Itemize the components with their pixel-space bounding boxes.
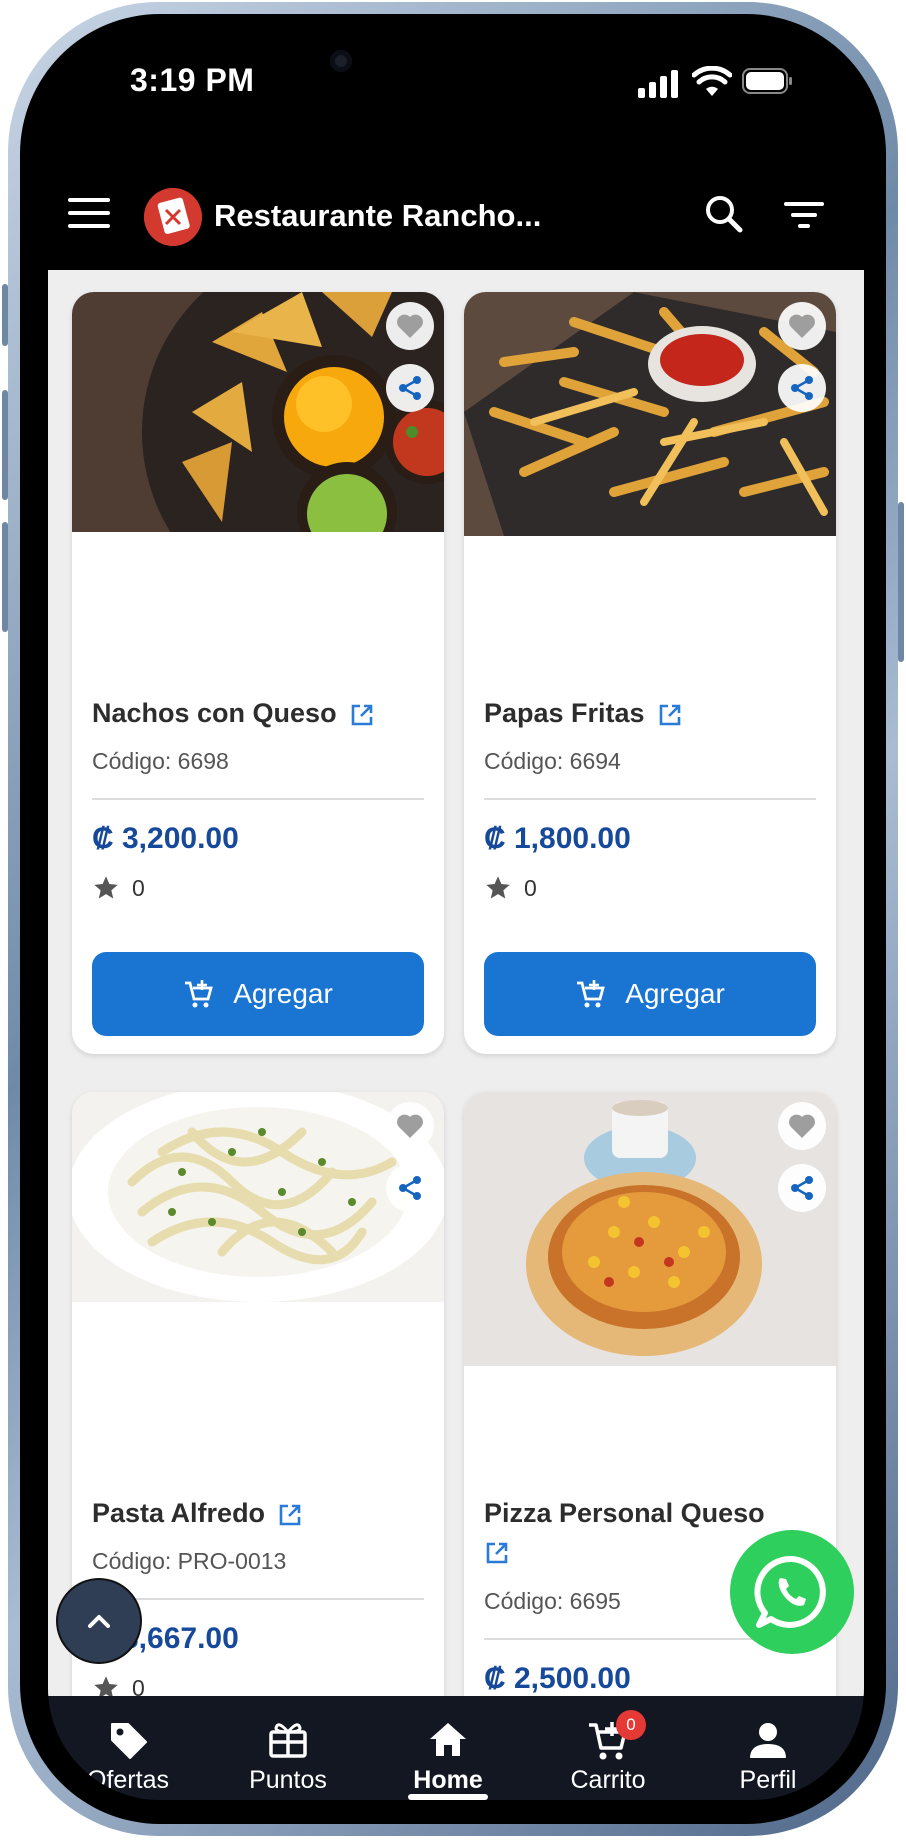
favorite-button[interactable] <box>778 302 826 350</box>
product-rating: 0 <box>92 1674 145 1696</box>
product-image-fries[interactable] <box>464 292 836 536</box>
heart-icon <box>397 1114 423 1138</box>
product-name: Nachos con Queso <box>92 698 375 729</box>
app-bar: Restaurante Rancho... <box>48 150 864 270</box>
nav-item-carrito[interactable]: 0 Carrito <box>528 1696 688 1800</box>
open-external-icon[interactable] <box>657 702 683 728</box>
product-name: Pasta Alfredo <box>92 1498 303 1529</box>
divider <box>484 798 816 800</box>
divider <box>92 798 424 800</box>
product-code: Código: PRO-0013 <box>92 1548 287 1574</box>
product-card[interactable]: Nachos con Queso Código: 6698 ₡ 3,200.00… <box>72 292 444 1054</box>
cart-badge: 0 <box>616 1710 646 1740</box>
open-external-icon[interactable] <box>349 702 375 728</box>
filter-icon[interactable] <box>780 192 828 240</box>
product-price: ₡ 3,200.00 <box>92 822 239 855</box>
nav-label: Home <box>413 1766 483 1794</box>
product-grid[interactable]: Nachos con Queso Código: 6698 ₡ 3,200.00… <box>48 270 864 1696</box>
open-external-icon[interactable] <box>484 1540 510 1566</box>
favorite-button[interactable] <box>778 1102 826 1150</box>
product-image-nachos[interactable] <box>72 292 444 532</box>
add-button-label: Agregar <box>233 978 333 1009</box>
phone-action-button <box>2 284 8 346</box>
star-icon <box>94 1676 118 1696</box>
open-external-icon[interactable] <box>277 1502 303 1528</box>
signal-icon <box>638 70 678 98</box>
share-icon <box>791 1176 813 1200</box>
active-indicator <box>408 1794 488 1800</box>
product-code: Código: 6694 <box>484 748 621 774</box>
phone-volume-down-button <box>2 522 8 632</box>
heart-icon <box>397 314 423 338</box>
nav-item-home[interactable]: Home <box>368 1696 528 1800</box>
phone-power-button <box>898 502 904 662</box>
product-code: Código: 6698 <box>92 748 229 774</box>
app-title: Restaurante Rancho... <box>214 198 542 233</box>
rating-value: 0 <box>132 874 145 901</box>
heart-icon <box>789 1114 815 1138</box>
heart-icon <box>789 314 815 338</box>
phone-volume-up-button <box>2 390 8 500</box>
nav-item-perfil[interactable]: Perfil <box>688 1696 848 1800</box>
nav-label: Puntos <box>249 1766 327 1794</box>
rating-value: 0 <box>524 874 537 901</box>
whatsapp-button[interactable] <box>730 1530 854 1654</box>
product-image-pasta[interactable] <box>72 1092 444 1302</box>
nav-item-ofertas[interactable]: Ofertas <box>48 1696 208 1800</box>
restaurant-logo <box>144 188 202 246</box>
home-icon <box>430 1723 466 1756</box>
share-icon <box>399 1176 421 1200</box>
rating-value: 0 <box>132 1674 145 1697</box>
nav-item-puntos[interactable]: Puntos <box>208 1696 368 1800</box>
add-cart-icon <box>577 980 606 1008</box>
product-rating: 0 <box>92 874 145 902</box>
product-rating: 0 <box>484 874 537 902</box>
wifi-icon <box>692 66 732 96</box>
scroll-to-top-button[interactable] <box>58 1580 140 1662</box>
star-icon <box>486 876 510 899</box>
whatsapp-icon <box>754 1555 826 1628</box>
tag-icon <box>111 1723 147 1759</box>
nav-label: Ofertas <box>87 1766 169 1794</box>
product-price: ₡ 2,500.00 <box>484 1662 631 1695</box>
product-name-text: Pasta Alfredo <box>92 1498 266 1528</box>
share-button[interactable] <box>778 364 826 412</box>
front-camera <box>330 50 352 72</box>
add-button-label: Agregar <box>625 978 725 1009</box>
divider <box>92 1598 424 1600</box>
screen: 3:19 PM Restaurante Rancho... Nachos con… <box>48 40 864 1800</box>
bottom-navigation: Ofertas Puntos Home 0 Carrito Perfil <box>48 1696 864 1800</box>
menu-icon[interactable] <box>68 198 110 232</box>
status-time: 3:19 PM <box>130 62 255 98</box>
product-name-text: Nachos con Queso <box>92 698 337 728</box>
product-name: Papas Fritas <box>484 698 683 729</box>
search-icon[interactable] <box>700 190 748 238</box>
share-button[interactable] <box>386 364 434 412</box>
product-name: Pizza Personal Queso <box>484 1498 765 1528</box>
favorite-button[interactable] <box>386 1102 434 1150</box>
product-image-pizza[interactable] <box>464 1092 836 1366</box>
product-card[interactable]: Papas Fritas Código: 6694 ₡ 1,800.00 0 A… <box>464 292 836 1054</box>
share-button[interactable] <box>778 1164 826 1212</box>
gift-icon <box>269 1723 307 1758</box>
share-button[interactable] <box>386 1164 434 1212</box>
share-icon <box>399 376 421 400</box>
product-price: ₡ 1,800.00 <box>484 822 631 855</box>
star-icon <box>94 876 118 899</box>
chevron-up-icon <box>88 1615 110 1628</box>
nav-label: Perfil <box>739 1766 797 1794</box>
person-icon <box>750 1723 786 1758</box>
product-name-text: Papas Fritas <box>484 698 645 728</box>
add-to-cart-button[interactable]: Agregar <box>484 952 816 1036</box>
product-code: Código: 6695 <box>484 1588 621 1614</box>
add-to-cart-button[interactable]: Agregar <box>92 952 424 1036</box>
battery-icon <box>742 68 792 94</box>
add-cart-icon <box>185 980 214 1008</box>
share-icon <box>791 376 813 400</box>
status-bar: 3:19 PM <box>48 40 864 150</box>
nav-label: Carrito <box>570 1766 646 1794</box>
favorite-button[interactable] <box>386 302 434 350</box>
